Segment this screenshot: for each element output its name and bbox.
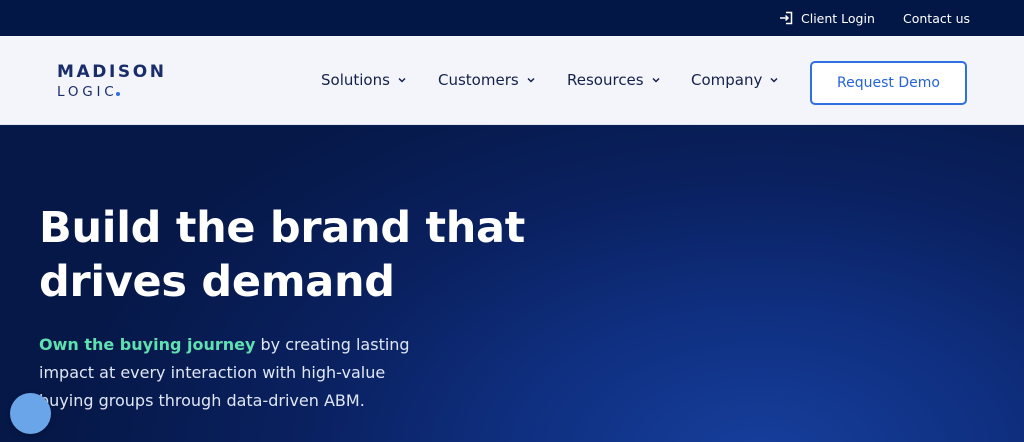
logo-dot [115,92,120,96]
request-demo-button[interactable]: Request Demo [810,61,967,105]
client-login-label: Client Login [801,10,875,26]
chevron-down-icon [397,75,407,85]
nav-item-company[interactable]: Company [691,36,779,124]
chevron-down-icon [526,75,536,85]
hero-title-line1: Build the brand that [39,203,526,253]
nav-item-label: Resources [567,71,644,89]
hero-title: Build the brand that drives demand [39,201,599,309]
client-login-link[interactable]: Client Login [779,0,875,36]
logo-line1: MADISON [57,62,167,82]
main-nav: MADISON LOGIC Solutions Customers Resour… [0,36,1024,125]
nav-item-label: Solutions [321,71,390,89]
contact-us-label: Contact us [903,10,971,26]
chat-bubble-icon[interactable] [10,393,51,434]
hero-section: Build the brand that drives demand Own t… [0,126,1024,442]
hero-subtitle: Own the buying journey by creating lasti… [39,331,439,415]
chevron-down-icon [651,75,661,85]
logo-line2: LOGIC [57,84,118,100]
utility-bar: Client Login Contact us [0,0,1024,36]
chevron-down-icon [769,75,779,85]
contact-us-link[interactable]: Contact us [903,0,970,36]
nav-item-resources[interactable]: Resources [567,36,661,124]
nav-item-solutions[interactable]: Solutions [321,36,407,124]
nav-item-label: Company [691,71,763,89]
hero-highlight: Own the buying journey [39,335,256,354]
login-icon [779,11,793,25]
hero-title-line2: drives demand [39,257,395,307]
nav-item-customers[interactable]: Customers [438,36,536,124]
madison-logic-logo[interactable]: MADISON LOGIC [57,63,167,101]
nav-item-label: Customers [438,71,519,89]
